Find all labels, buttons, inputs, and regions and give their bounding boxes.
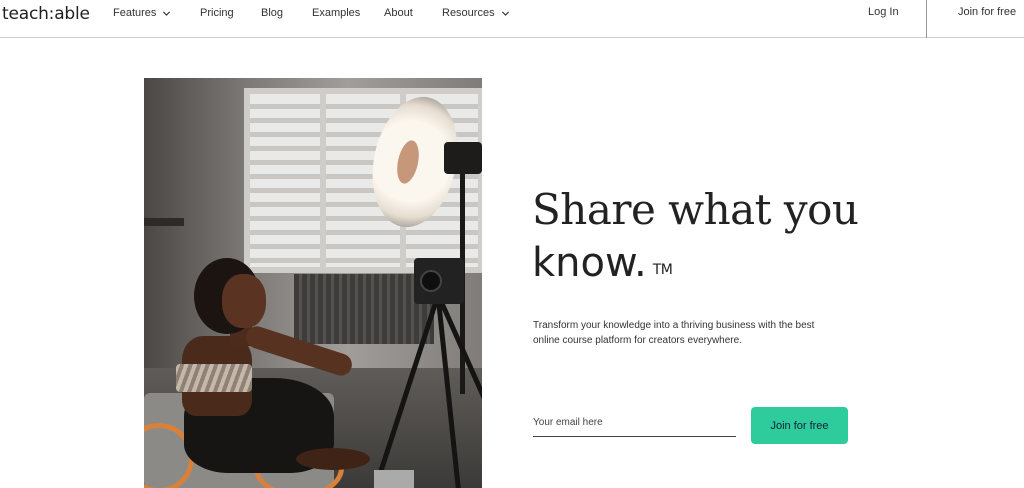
photo-radiator xyxy=(294,274,434,344)
login-link[interactable]: Log In xyxy=(868,6,899,18)
hero-title: Share what you know. TM xyxy=(532,184,892,289)
hero-photo xyxy=(144,78,482,488)
email-field-wrapper xyxy=(533,410,736,437)
hero-title-line2: know. xyxy=(532,240,647,286)
chevron-down-icon xyxy=(163,10,171,16)
nav-item-label: Features xyxy=(113,7,157,19)
nav-join-link[interactable]: Join for free xyxy=(958,6,1016,18)
trademark-symbol: TM xyxy=(652,262,673,278)
teachable-logo[interactable]: teach:able xyxy=(2,4,90,24)
person-face xyxy=(222,274,266,328)
photo-shelf xyxy=(144,218,184,226)
hero-title-line1: Share what you xyxy=(532,185,859,234)
nav-item-features[interactable]: Features xyxy=(113,7,171,19)
person-foot xyxy=(296,448,370,470)
top-navigation: teach:able Features Pricing Blog Example… xyxy=(0,0,1024,38)
nav-item-about[interactable]: About xyxy=(384,7,413,19)
nav-divider xyxy=(926,0,927,38)
laptop xyxy=(374,470,414,488)
nav-item-blog[interactable]: Blog xyxy=(261,7,283,19)
nav-item-label: Blog xyxy=(261,7,284,19)
join-for-free-button[interactable]: Join for free xyxy=(751,407,848,444)
nav-item-label: Examples xyxy=(312,7,361,19)
nav-item-pricing[interactable]: Pricing xyxy=(200,7,234,19)
nav-item-label: Resources xyxy=(442,7,495,19)
email-input[interactable] xyxy=(533,410,736,434)
chevron-down-icon xyxy=(501,10,509,16)
nav-item-resources[interactable]: Resources xyxy=(442,7,510,19)
hero-subtitle: Transform your knowledge into a thriving… xyxy=(533,320,815,346)
nav-item-examples[interactable]: Examples xyxy=(312,7,360,19)
nav-item-label: Pricing xyxy=(200,7,234,19)
nav-item-label: About xyxy=(384,7,413,19)
